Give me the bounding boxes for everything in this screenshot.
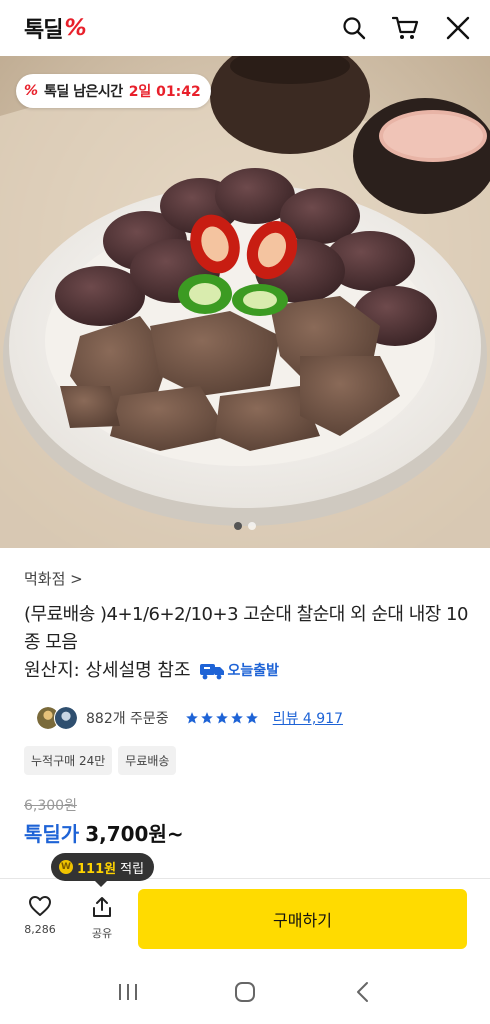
recent-apps-button[interactable] bbox=[108, 972, 148, 1012]
product-title: (무료배송 )4+1/6+2/10+3 고순대 찰순대 외 순대 내장 10종 … bbox=[24, 604, 468, 653]
star-icon bbox=[215, 712, 228, 724]
product-photo bbox=[0, 56, 490, 548]
carousel-dot-1[interactable] bbox=[234, 522, 242, 530]
talkdeal-percent-icon: % bbox=[24, 83, 39, 99]
points-tooltip: W 111원 적립 bbox=[51, 853, 155, 887]
price-row: 톡딜가 3,700원~ bbox=[24, 818, 184, 847]
share-icon bbox=[93, 897, 111, 917]
back-button[interactable] bbox=[342, 972, 382, 1012]
star-icon bbox=[200, 712, 213, 724]
deal-price-label: 톡딜가 bbox=[24, 822, 80, 846]
origin-row: 원산지: 상세설명 참조 오늘출발 bbox=[24, 657, 474, 685]
logo-text: 톡딜 bbox=[24, 18, 63, 43]
star-icon bbox=[245, 712, 258, 724]
top-header: 톡딜 % bbox=[0, 0, 490, 56]
like-button[interactable]: 8,286 bbox=[20, 895, 60, 936]
origin-text: 원산지: 상세설명 참조 bbox=[24, 660, 191, 681]
logo-percent-symbol: % bbox=[64, 15, 87, 41]
store-link[interactable]: 먹화점 > bbox=[24, 568, 474, 589]
star-icon bbox=[185, 712, 198, 724]
share-button[interactable]: 공유 bbox=[82, 895, 122, 941]
delivery-truck-icon bbox=[199, 664, 224, 680]
star-icon bbox=[230, 712, 243, 724]
coin-icon: W bbox=[59, 860, 73, 874]
heart-icon bbox=[29, 896, 51, 916]
bottom-action-bar: 8,286 공유 구매하기 bbox=[0, 878, 490, 960]
timer-value: 2일 01:42 bbox=[128, 84, 201, 100]
share-label: 공유 bbox=[91, 927, 113, 940]
back-icon bbox=[356, 982, 368, 1002]
deal-timer-badge: % 톡딜 남은시간 2일 01:42 bbox=[16, 74, 211, 108]
carousel-indicator bbox=[0, 522, 490, 530]
today-shipping-label: 오늘출발 bbox=[227, 663, 280, 679]
home-button[interactable] bbox=[225, 972, 265, 1012]
timer-label: 톡딜 남은시간 bbox=[44, 84, 123, 100]
search-icon[interactable] bbox=[340, 14, 368, 42]
cart-icon[interactable] bbox=[392, 14, 420, 42]
carousel-dot-2[interactable] bbox=[248, 522, 256, 530]
talkdeal-logo[interactable]: 톡딜 % bbox=[24, 12, 87, 44]
close-icon[interactable] bbox=[444, 14, 472, 42]
product-image-carousel[interactable]: % 톡딜 남은시간 2일 01:42 bbox=[0, 56, 490, 548]
avatar bbox=[54, 706, 78, 730]
today-shipping-badge: 오늘출발 bbox=[199, 657, 280, 685]
order-count: 882개 주문중 bbox=[86, 711, 169, 727]
points-suffix: 적립 bbox=[120, 861, 145, 877]
system-nav-bar bbox=[0, 960, 490, 1024]
home-icon bbox=[234, 982, 255, 1002]
tooltip-arrow bbox=[95, 881, 107, 887]
buyer-avatars bbox=[36, 706, 78, 730]
header-actions bbox=[340, 14, 472, 42]
review-link[interactable]: 리뷰 4,917 bbox=[273, 708, 343, 728]
like-count: 8,286 bbox=[24, 923, 56, 936]
order-stats-row: 882개 주문중 리뷰 4,917 bbox=[36, 706, 343, 730]
original-price: 6,300원 bbox=[24, 798, 77, 814]
points-value: 111원 bbox=[77, 861, 117, 877]
rating-stars bbox=[185, 711, 259, 725]
deal-price: 3,700원~ bbox=[85, 822, 184, 846]
recent-apps-icon bbox=[119, 984, 138, 1000]
product-info: 먹화점 > (무료배송 )4+1/6+2/10+3 고순대 찰순대 외 순대 내… bbox=[24, 568, 474, 685]
product-tags: 누적구매 24만 무료배송 bbox=[24, 746, 177, 775]
tag-cumulative-purchases: 누적구매 24만 bbox=[24, 746, 113, 775]
buy-button[interactable]: 구매하기 bbox=[138, 889, 467, 949]
tag-free-shipping: 무료배송 bbox=[118, 746, 177, 775]
